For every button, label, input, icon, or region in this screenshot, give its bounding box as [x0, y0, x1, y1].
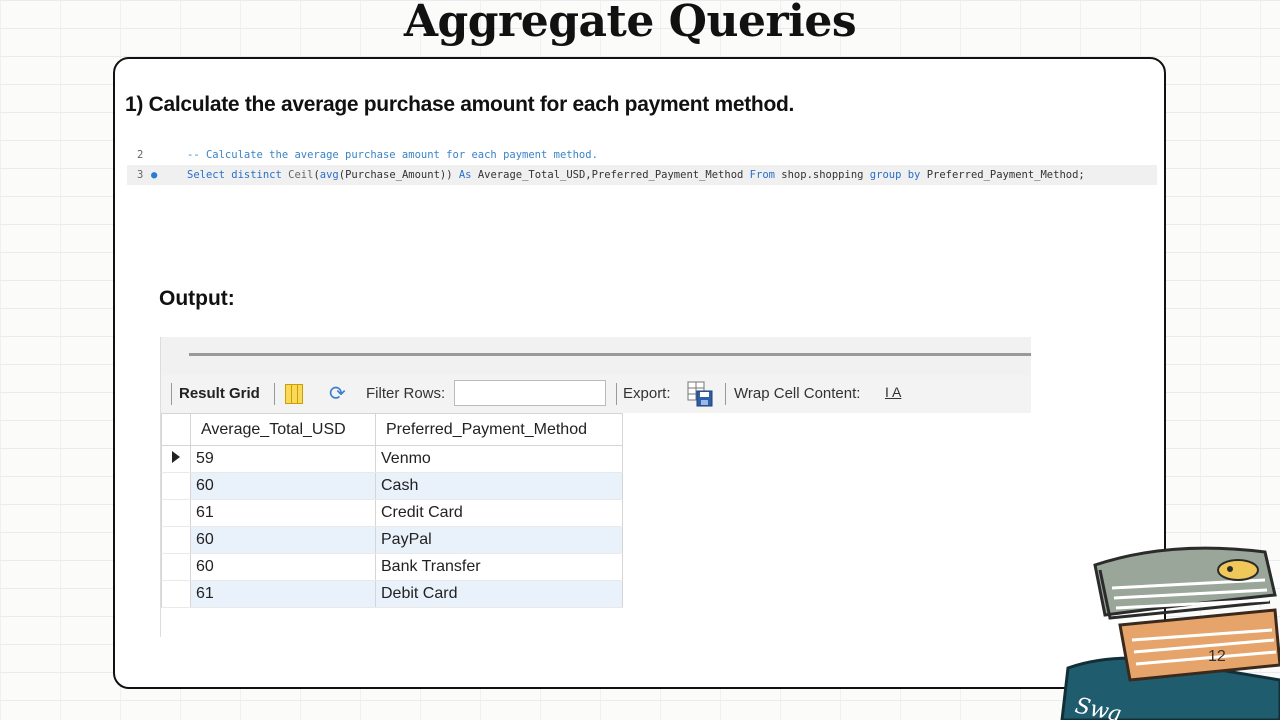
row-selector[interactable] — [161, 499, 191, 527]
row-selector[interactable] — [161, 526, 191, 554]
results-table: Average_Total_USD Preferred_Payment_Meth… — [161, 413, 623, 608]
table-cell[interactable]: Venmo — [375, 445, 623, 473]
row-selector-header — [161, 413, 191, 446]
result-grid-button[interactable]: Result Grid — [179, 385, 260, 402]
table-cell[interactable]: 61 — [190, 499, 376, 527]
wrap-cell-icon[interactable]: I A — [885, 384, 901, 400]
result-topbar — [161, 337, 1031, 375]
content-card: 1) Calculate the average purchase amount… — [113, 57, 1166, 689]
question-text: 1) Calculate the average purchase amount… — [125, 93, 795, 116]
table-cell[interactable]: Bank Transfer — [375, 553, 623, 581]
table-cell[interactable]: PayPal — [375, 526, 623, 554]
divider — [189, 353, 1031, 356]
table-row[interactable]: 60 PayPal — [161, 526, 623, 554]
table-cell[interactable]: 60 — [190, 526, 376, 554]
editor-line: 2 -- Calculate the average purchase amou… — [127, 145, 1157, 165]
sql-comment: -- Calculate the average purchase amount… — [187, 149, 598, 161]
filter-rows-label: Filter Rows: — [366, 385, 446, 402]
toolbar-separator — [274, 383, 275, 405]
page-number: 12 — [1208, 648, 1226, 665]
sql-editor[interactable]: 2 -- Calculate the average purchase amou… — [127, 143, 1157, 187]
table-row[interactable]: 61 Debit Card — [161, 580, 623, 608]
table-cell[interactable]: Debit Card — [375, 580, 623, 608]
table-row[interactable]: 60 Cash — [161, 472, 623, 500]
row-selector[interactable] — [161, 472, 191, 500]
toolbar-separator — [725, 383, 726, 405]
line-number: 3 — [137, 169, 144, 181]
slide-title: Aggregate Queries — [403, 0, 857, 47]
table-cell[interactable]: Credit Card — [375, 499, 623, 527]
refresh-icon[interactable]: ⟳ — [329, 381, 346, 406]
result-toolbar: Result Grid ⟳ Filter Rows: Export: Wrap … — [161, 375, 1031, 413]
toolbar-separator — [616, 383, 617, 405]
table-cell[interactable]: Cash — [375, 472, 623, 500]
result-panel: Result Grid ⟳ Filter Rows: Export: Wrap … — [160, 337, 1031, 637]
export-icon[interactable] — [687, 381, 713, 407]
wrap-cell-label: Wrap Cell Content: — [734, 385, 861, 402]
table-row[interactable]: 59 Venmo — [161, 445, 623, 473]
line-number: 2 — [137, 149, 144, 161]
table-cell[interactable]: 61 — [190, 580, 376, 608]
row-selector[interactable] — [161, 580, 191, 608]
sql-statement: Select distinct Ceil(avg(Purchase_Amount… — [187, 169, 1085, 181]
table-row[interactable]: 60 Bank Transfer — [161, 553, 623, 581]
result-grid-icon[interactable] — [285, 384, 303, 404]
column-header[interactable]: Average_Total_USD — [190, 413, 376, 446]
export-label: Export: — [623, 385, 671, 402]
editor-line: 3 ● Select distinct Ceil(avg(Purchase_Am… — [127, 165, 1157, 185]
table-row[interactable]: 61 Credit Card — [161, 499, 623, 527]
table-cell[interactable]: 60 — [190, 553, 376, 581]
column-header[interactable]: Preferred_Payment_Method — [375, 413, 623, 446]
table-cell[interactable]: 60 — [190, 472, 376, 500]
row-selector[interactable] — [161, 553, 191, 581]
filter-rows-input[interactable] — [454, 380, 606, 406]
table-header-row: Average_Total_USD Preferred_Payment_Meth… — [161, 413, 623, 446]
output-label: Output: — [159, 287, 235, 310]
current-row-arrow-icon — [172, 451, 180, 463]
table-cell[interactable]: 59 — [190, 445, 376, 473]
toolbar-separator — [171, 383, 172, 405]
row-selector[interactable] — [161, 445, 191, 473]
execution-marker-icon: ● — [151, 169, 158, 181]
books-illustration: Swa — [1060, 546, 1280, 720]
